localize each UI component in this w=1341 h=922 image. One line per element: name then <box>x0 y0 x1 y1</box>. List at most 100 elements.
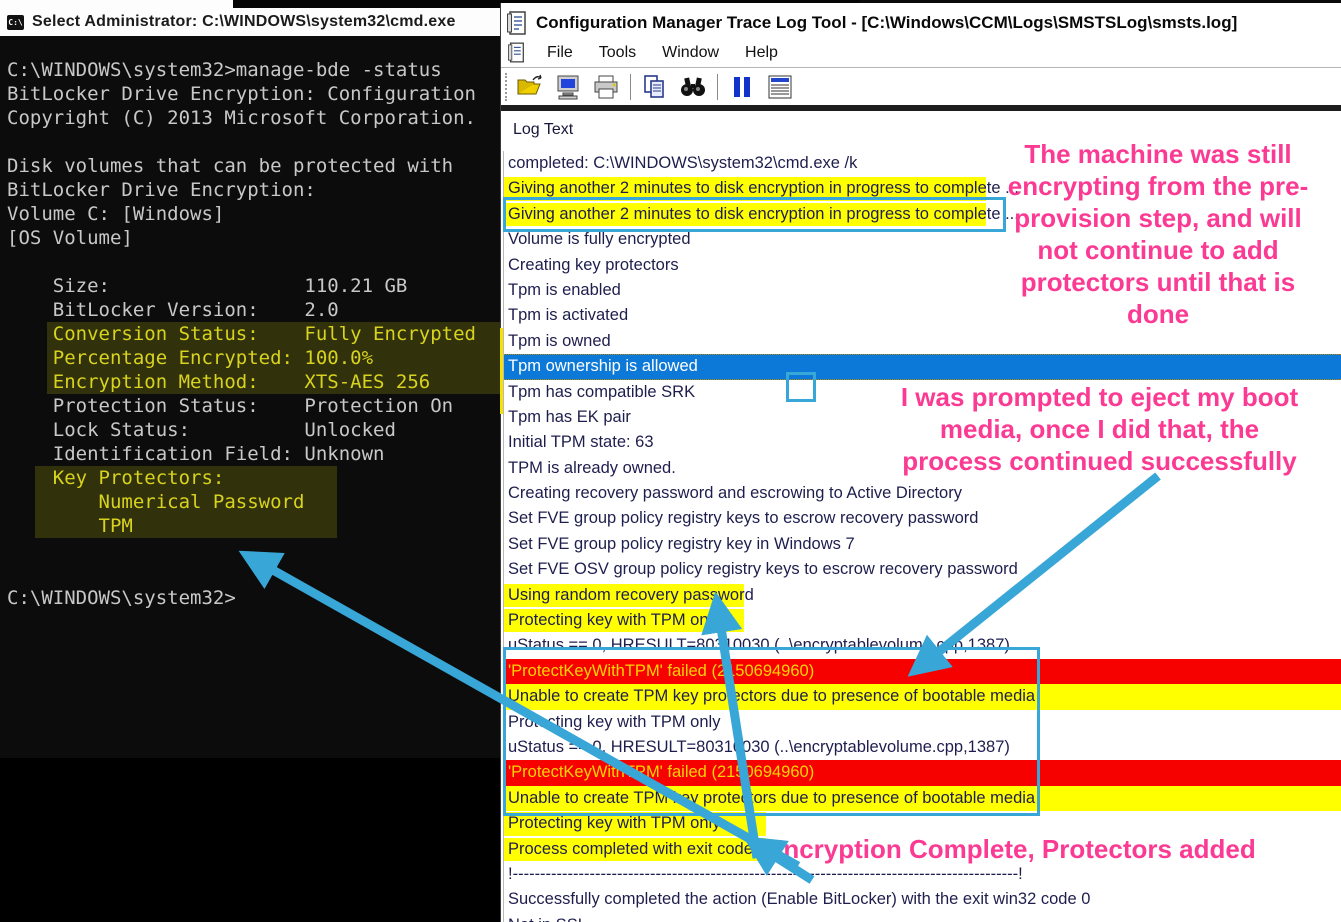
cmtrace-app-icon <box>507 11 527 35</box>
menu-items: FileToolsWindowHelp <box>534 44 791 62</box>
log-row-text: Protecting key with TPM only <box>508 611 720 629</box>
log-row-text: Protecting key with TPM only <box>508 814 720 832</box>
open-icon[interactable] <box>515 73 545 101</box>
cmtrace-window-title: Configuration Manager Trace Log Tool - [… <box>536 13 1237 33</box>
annotation-line: protectors until that is <box>975 266 1341 298</box>
cmd-line: Encryption Method: XTS-AES 256 <box>7 370 500 394</box>
log-row-text: Initial TPM state: 63 <box>508 433 654 451</box>
find-icon[interactable] <box>678 73 708 101</box>
cmd-line: BitLocker Drive Encryption: <box>7 178 500 202</box>
cmd-line <box>7 130 500 154</box>
cmtrace-menubar: FileToolsWindowHelp <box>501 38 1341 67</box>
log-row-selected[interactable]: Tpm ownership is allowed <box>504 354 1341 379</box>
log-row-text: Tpm is owned <box>508 332 611 350</box>
annotation-encryption-complete: Encryption Complete, Protectors added <box>766 834 1341 864</box>
toolbar-separator <box>630 74 631 100</box>
cmd-line: BitLocker Version: 2.0 <box>7 298 500 322</box>
cmd-line <box>7 250 500 274</box>
cmd-line: Protection Status: Protection On <box>7 394 500 418</box>
annotation-eject-media: I was prompted to eject my bootmedia, on… <box>858 381 1341 477</box>
cmd-line: Numerical Password <box>7 490 500 514</box>
cmd-icon: C:\ <box>7 15 24 30</box>
annotation-line: I was prompted to eject my boot <box>858 381 1341 413</box>
cmd-window: C:\ Select Administrator: C:\WINDOWS\sys… <box>0 8 500 758</box>
computer-icon[interactable] <box>553 73 583 101</box>
log-row-text: Not in SSL <box>508 916 587 922</box>
cmd-console[interactable]: C:\WINDOWS\system32>manage-bde -statusBi… <box>0 36 500 758</box>
menu-item-file[interactable]: File <box>534 44 586 62</box>
log-row[interactable]: Not in SSL <box>504 913 1341 922</box>
cmd-line: Disk volumes that can be protected with <box>7 154 500 178</box>
cmd-line: Conversion Status: Fully Encrypted <box>7 322 500 346</box>
log-row-text: Creating key protectors <box>508 256 679 274</box>
cmd-line: Copyright (C) 2013 Microsoft Corporation… <box>7 106 500 130</box>
annotation-line: not continue to add <box>975 234 1341 266</box>
log-row[interactable]: Using random recovery password <box>504 583 1341 608</box>
toolbar-underline <box>501 105 1341 111</box>
copy-icon[interactable] <box>640 73 670 101</box>
log-row-text: !---------------------------------------… <box>508 865 1023 883</box>
cmtrace-titlebar[interactable]: Configuration Manager Trace Log Tool - [… <box>501 7 1341 38</box>
teal-highlight-box-error-block <box>503 647 1040 816</box>
log-row-text: TPM is already owned. <box>508 459 676 477</box>
cmd-line: Key Protectors: <box>7 466 500 490</box>
log-row-text: Set FVE group policy registry keys to es… <box>508 509 978 527</box>
log-row[interactable]: Tpm is owned <box>504 329 1341 354</box>
log-row-text: Tpm has EK pair <box>508 408 631 426</box>
log-row[interactable]: Set FVE group policy registry key in Win… <box>504 532 1341 557</box>
cmd-line: Size: 110.21 GB <box>7 274 500 298</box>
top-strip-left <box>0 0 233 8</box>
cmtrace-toolbar <box>501 69 1341 105</box>
annotation-line: done <box>975 298 1341 330</box>
log-row-text: Tpm is enabled <box>508 281 621 299</box>
annotation-line: The machine was still <box>975 138 1341 170</box>
cmd-line: [OS Volume] <box>7 226 500 250</box>
teal-highlight-box-giving-row <box>503 197 1006 232</box>
cmd-console-text: C:\WINDOWS\system32>manage-bde -statusBi… <box>7 58 500 610</box>
cmd-line <box>7 562 500 586</box>
loglist-icon[interactable] <box>765 73 795 101</box>
log-row-text: Set FVE group policy registry key in Win… <box>508 535 855 553</box>
log-row-text: Tpm is activated <box>508 306 628 324</box>
teal-square-marker <box>786 372 816 402</box>
cmd-line: BitLocker Drive Encryption: Configuratio… <box>7 82 500 106</box>
cmd-line: C:\WINDOWS\system32> <box>7 586 500 610</box>
print-icon[interactable] <box>591 73 621 101</box>
log-row[interactable]: Protecting key with TPM only <box>504 608 1341 633</box>
log-row[interactable]: !---------------------------------------… <box>504 862 1341 887</box>
log-row-text: Successfully completed the action (Enabl… <box>508 890 1090 908</box>
toolbar-separator <box>717 74 718 100</box>
log-row[interactable]: Set FVE group policy registry keys to es… <box>504 506 1341 531</box>
log-row-text: Tpm ownership is allowed <box>508 357 698 375</box>
log-row-text: Giving another 2 minutes to disk encrypt… <box>508 179 1019 197</box>
log-row-text: Process completed with exit code 0 <box>508 840 767 858</box>
log-row[interactable]: Set FVE OSV group policy registry keys t… <box>504 557 1341 582</box>
log-row[interactable]: Creating recovery password and escrowing… <box>504 481 1341 506</box>
annotation-line: process continued successfully <box>858 445 1341 477</box>
log-row-text: Set FVE OSV group policy registry keys t… <box>508 560 1018 578</box>
annotation-line: media, once I did that, the <box>858 413 1341 445</box>
annotation-line: encrypting from the pre- <box>975 170 1341 202</box>
log-row-text: completed: C:\WINDOWS\system32\cmd.exe /… <box>508 154 857 172</box>
cmd-line: C:\WINDOWS\system32>manage-bde -status <box>7 58 500 82</box>
cmd-line <box>7 538 500 562</box>
cmd-titlebar[interactable]: C:\ Select Administrator: C:\WINDOWS\sys… <box>0 8 500 37</box>
log-column-header-label: Log Text <box>513 121 573 139</box>
log-row-text: Creating recovery password and escrowing… <box>508 484 962 502</box>
mdi-child-icon <box>508 42 525 63</box>
log-row[interactable]: Successfully completed the action (Enabl… <box>504 887 1341 912</box>
cmd-line: Volume C: [Windows] <box>7 202 500 226</box>
log-row-text: Tpm has compatible SRK <box>508 383 695 401</box>
pause-icon[interactable] <box>727 73 757 101</box>
menu-separator <box>501 67 1341 68</box>
menu-item-window[interactable]: Window <box>649 44 732 62</box>
cmd-line: Percentage Encrypted: 100.0% <box>7 346 500 370</box>
log-row-text: Volume is fully encrypted <box>508 230 691 248</box>
annotation-pre-provision: The machine was stillencrypting from the… <box>975 138 1341 330</box>
screenshot-root: C:\ Select Administrator: C:\WINDOWS\sys… <box>0 0 1341 922</box>
menu-item-tools[interactable]: Tools <box>586 44 649 62</box>
log-row-text: Using random recovery password <box>508 586 754 604</box>
yellow-edge-mark <box>500 328 503 414</box>
menu-item-help[interactable]: Help <box>732 44 791 62</box>
annotation-line: provision step, and will <box>975 202 1341 234</box>
